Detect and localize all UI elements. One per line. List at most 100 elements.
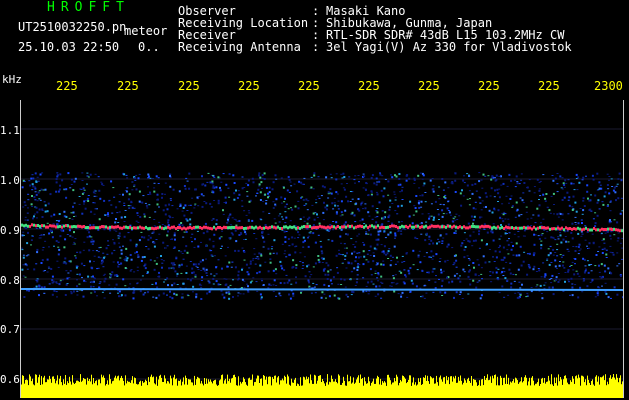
noise-pixel: [354, 175, 357, 177]
level-bar: [406, 383, 407, 398]
noise-pixel: [152, 296, 155, 298]
noise-pixel: [129, 239, 132, 242]
noise-pixel: [27, 193, 30, 195]
noise-pixel: [540, 234, 543, 237]
carrier-pixel: [289, 225, 291, 229]
level-bar: [161, 377, 162, 398]
noise-pixel: [285, 256, 288, 258]
noise-pixel: [504, 228, 507, 231]
level-bar: [179, 381, 180, 398]
noise-pixel: [133, 271, 136, 273]
level-bar: [30, 376, 31, 398]
level-bar: [251, 379, 252, 398]
carrier-pixel: [119, 226, 121, 230]
noise-pixel: [57, 220, 60, 223]
noise-pixel: [227, 187, 230, 189]
level-bar: [571, 381, 572, 398]
noise-pixel: [180, 251, 183, 253]
level-bar: [431, 377, 432, 398]
noise-pixel: [53, 289, 56, 292]
x-tick-label: 225: [358, 79, 380, 93]
noise-pixel: [44, 210, 47, 213]
noise-pixel: [203, 201, 206, 202]
noise-pixel: [64, 257, 67, 260]
level-bar: [502, 385, 503, 398]
carrier-pixel: [619, 229, 621, 233]
level-bar: [320, 375, 321, 398]
level-bar: [56, 380, 57, 398]
noise-pixel: [538, 181, 541, 183]
noise-pixel: [340, 211, 343, 214]
noise-pixel: [600, 232, 603, 234]
noise-pixel: [136, 215, 139, 216]
noise-pixel: [330, 177, 333, 179]
noise-pixel: [251, 177, 254, 180]
noise-pixel: [474, 183, 477, 185]
level-bar: [104, 377, 105, 398]
noise-pixel: [70, 292, 73, 295]
noise-pixel: [120, 294, 123, 297]
noise-pixel: [212, 245, 215, 248]
noise-pixel: [323, 283, 326, 286]
noise-pixel: [514, 216, 517, 218]
noise-pixel: [223, 296, 226, 299]
x-tick-label: 225: [238, 79, 260, 93]
noise-pixel: [598, 271, 601, 273]
noise-pixel: [103, 280, 106, 283]
noise-pixel: [610, 272, 613, 275]
noise-pixel: [160, 255, 162, 257]
noise-pixel: [539, 284, 542, 287]
noise-pixel: [325, 176, 328, 179]
noise-pixel: [147, 173, 150, 176]
level-bar: [350, 376, 351, 398]
level-bar: [551, 374, 552, 398]
noise-pixel: [280, 264, 283, 267]
noise-pixel: [122, 245, 124, 247]
level-bar: [100, 383, 101, 398]
noise-pixel: [575, 246, 578, 248]
carrier-pixel: [39, 224, 41, 228]
noise-pixel: [96, 268, 99, 270]
carrier-pixel: [383, 226, 385, 229]
level-bar: [47, 379, 48, 398]
noise-pixel: [472, 279, 475, 282]
noise-pixel: [100, 262, 103, 265]
noise-pixel: [134, 252, 137, 254]
noise-pixel: [523, 251, 526, 253]
noise-pixel: [584, 270, 587, 272]
noise-pixel: [498, 196, 501, 199]
noise-pixel: [169, 175, 171, 177]
noise-pixel: [552, 237, 555, 239]
level-bar: [201, 380, 202, 398]
noise-pixel: [549, 245, 552, 247]
level-bar: [372, 381, 373, 398]
level-bar: [238, 376, 239, 398]
noise-pixel: [397, 183, 400, 186]
noise-pixel: [109, 273, 112, 275]
noise-pixel: [185, 272, 188, 274]
noise-pixel: [494, 189, 496, 192]
level-bar: [582, 375, 583, 398]
noise-pixel: [444, 291, 447, 294]
noise-pixel: [426, 232, 428, 235]
noise-pixel: [416, 269, 419, 271]
noise-pixel: [415, 285, 418, 288]
noise-pixel: [564, 280, 566, 283]
noise-pixel: [556, 243, 559, 245]
level-bar: [224, 380, 225, 398]
noise-pixel: [57, 190, 60, 193]
level-bar: [209, 381, 210, 398]
level-bar: [182, 381, 183, 398]
noise-pixel: [401, 189, 403, 192]
noise-pixel: [389, 228, 392, 230]
noise-pixel: [357, 256, 360, 259]
noise-pixel: [389, 254, 392, 257]
noise-pixel: [176, 272, 179, 275]
noise-pixel: [577, 176, 580, 179]
noise-pixel: [118, 232, 121, 235]
noise-pixel: [335, 178, 338, 181]
level-bar: [427, 375, 428, 398]
level-bar: [270, 376, 271, 398]
level-bar: [471, 376, 472, 398]
noise-pixel: [92, 286, 95, 288]
